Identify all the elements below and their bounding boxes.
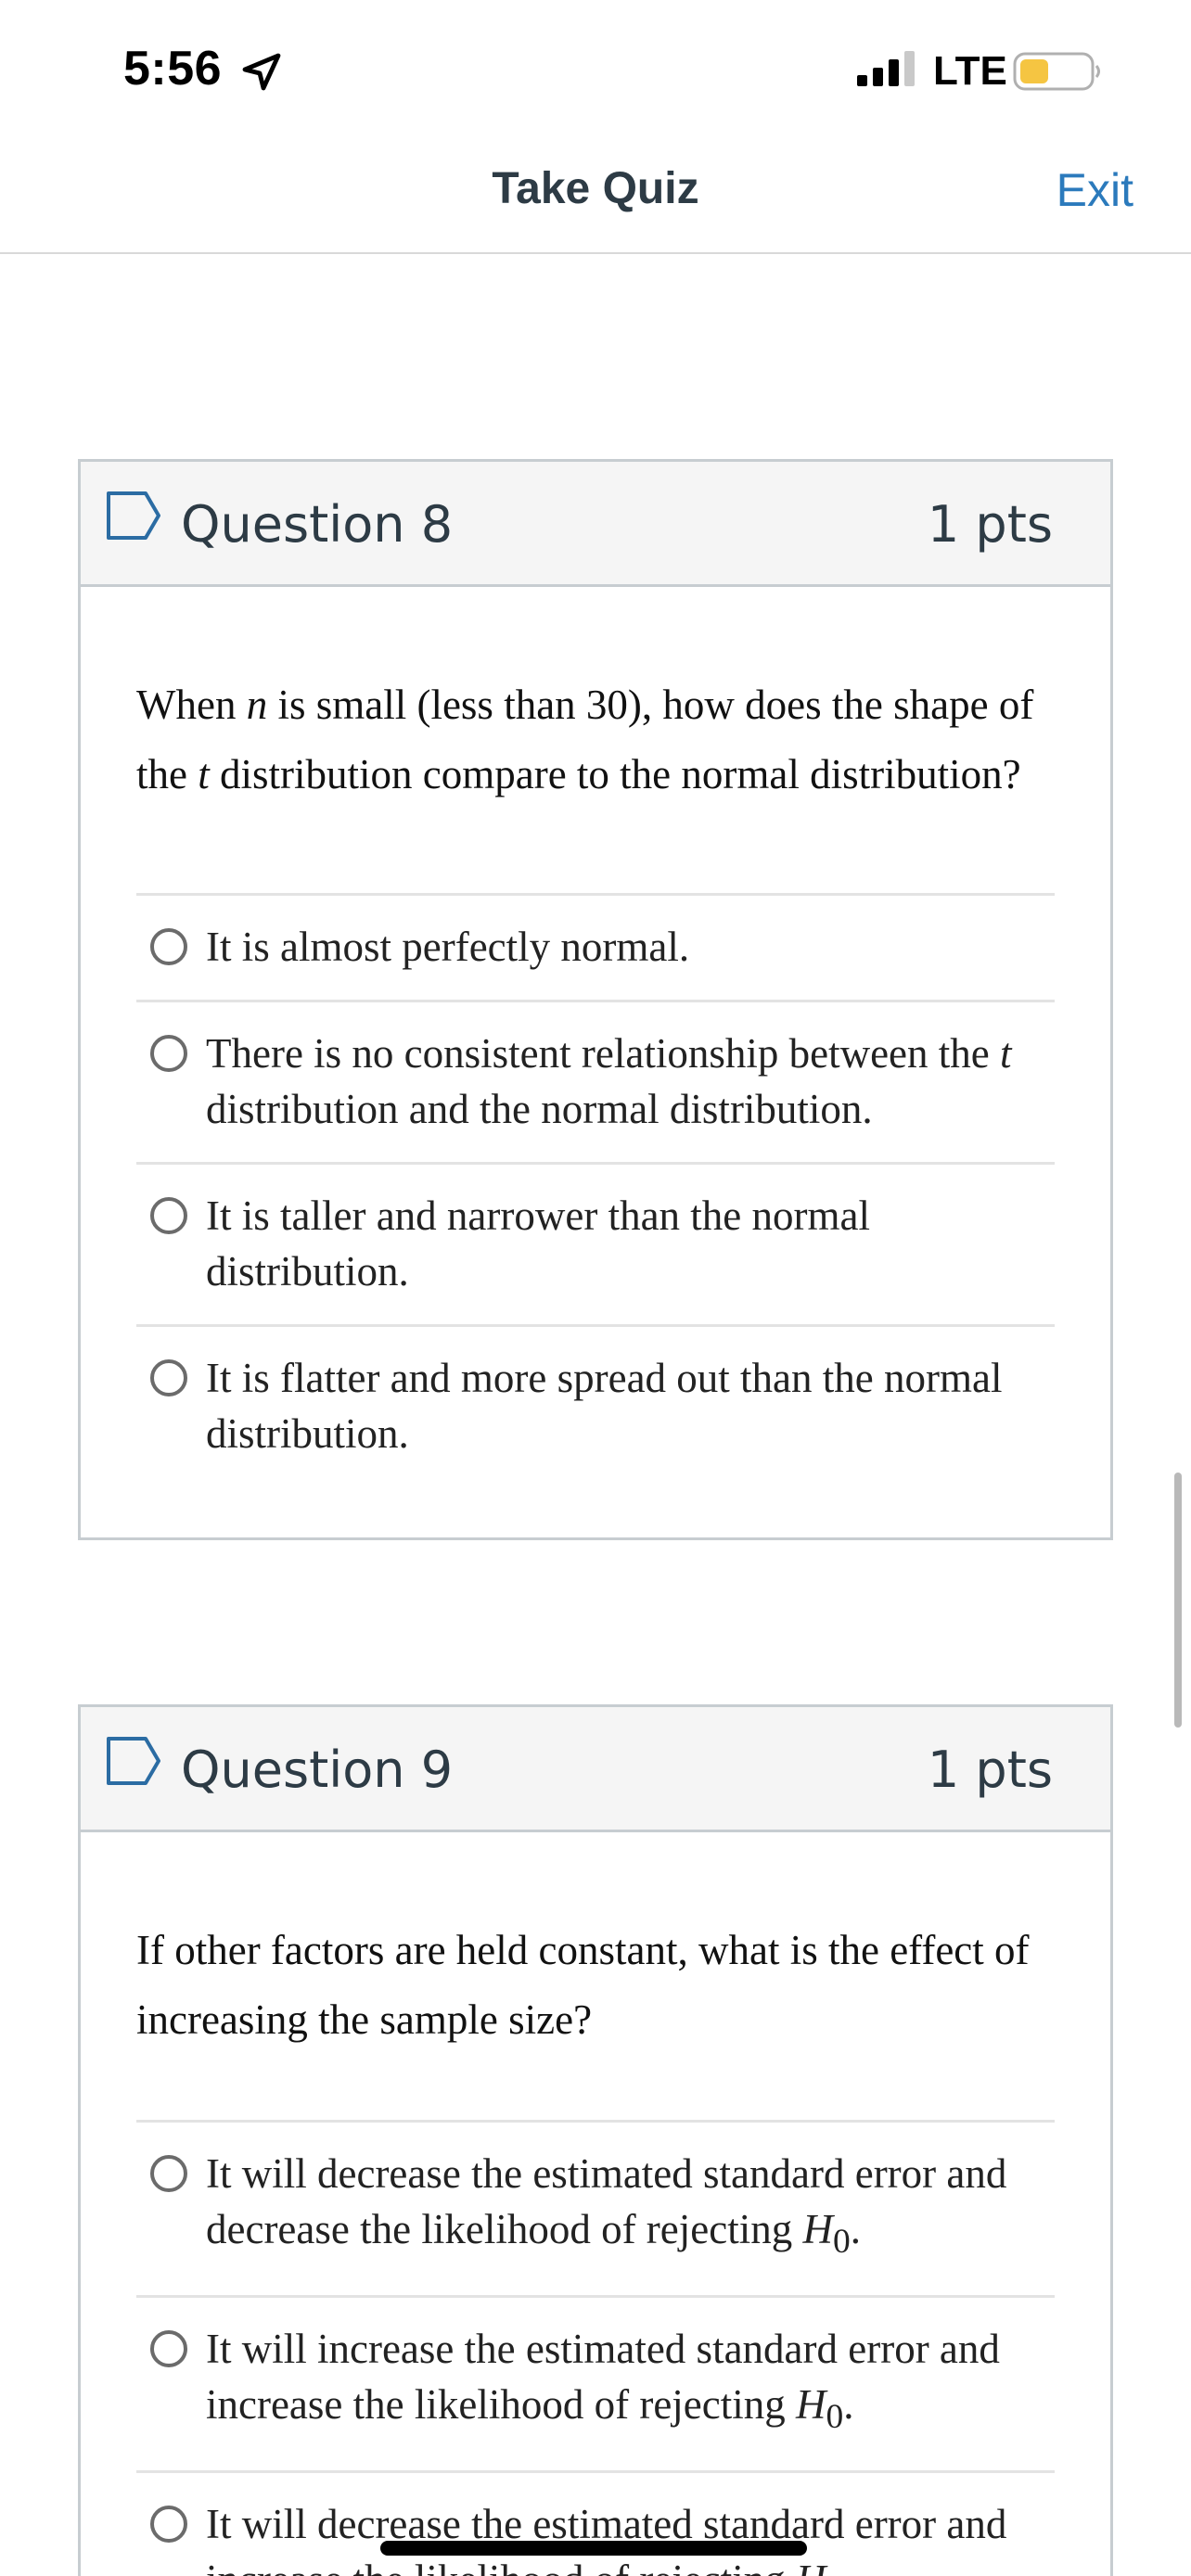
status-bar: 5:56 LTE (0, 0, 1191, 139)
page-title: Take Quiz (492, 164, 699, 213)
flag-question-icon[interactable] (105, 1735, 162, 1787)
flag-question-icon[interactable] (105, 490, 162, 542)
answer-list: It will decrease the estimated standard … (136, 2120, 1055, 2576)
radio-button[interactable] (150, 2330, 187, 2367)
answer-option[interactable]: It is almost perfectly normal. (136, 896, 1055, 1002)
question-title: Question 9 (181, 1741, 454, 1799)
radio-button[interactable] (150, 928, 187, 965)
battery-icon (1013, 52, 1100, 91)
answer-option[interactable]: It will decrease the estimated standard … (136, 2123, 1055, 2298)
question-body: When n is small (less than 30), how does… (81, 587, 1110, 1537)
status-time: 5:56 (123, 42, 223, 96)
question-header: Question 8 1 pts (81, 462, 1110, 587)
question-header: Question 9 1 pts (81, 1707, 1110, 1832)
scrollbar[interactable] (1174, 1473, 1182, 1728)
answer-option[interactable]: It will decrease the estimated standard … (136, 2473, 1055, 2576)
question-points: 1 pts (927, 1741, 1053, 1799)
radio-button[interactable] (150, 2506, 187, 2543)
radio-button[interactable] (150, 2155, 187, 2192)
answer-option[interactable]: It is flatter and more spread out than t… (136, 1327, 1055, 1537)
question-points: 1 pts (927, 495, 1053, 554)
answer-option[interactable]: It is taller and narrower than the norma… (136, 1165, 1055, 1327)
answer-list: It is almost perfectly normal. There is … (136, 893, 1055, 1537)
exit-button[interactable]: Exit (1057, 163, 1133, 217)
question-body: If other factors are held constant, what… (81, 1832, 1110, 2576)
answer-option[interactable]: There is no consistent relationship betw… (136, 1002, 1055, 1165)
location-arrow-icon (242, 53, 281, 91)
question-text: When n is small (less than 30), how does… (136, 682, 1034, 797)
question-card: Question 9 1 pts If other factors are he… (78, 1704, 1113, 2576)
question-title: Question 8 (181, 495, 454, 554)
network-type: LTE (933, 48, 1007, 94)
home-indicator[interactable] (380, 2541, 807, 2556)
radio-button[interactable] (150, 1197, 187, 1234)
cellular-signal-icon (857, 51, 915, 86)
question-text: If other factors are held constant, what… (136, 1927, 1030, 2043)
answer-option[interactable]: It will increase the estimated standard … (136, 2298, 1055, 2473)
radio-button[interactable] (150, 1035, 187, 1072)
radio-button[interactable] (150, 1359, 187, 1396)
question-card: Question 8 1 pts When n is small (less t… (78, 459, 1113, 1540)
nav-header: Take Quiz Exit (0, 139, 1191, 254)
